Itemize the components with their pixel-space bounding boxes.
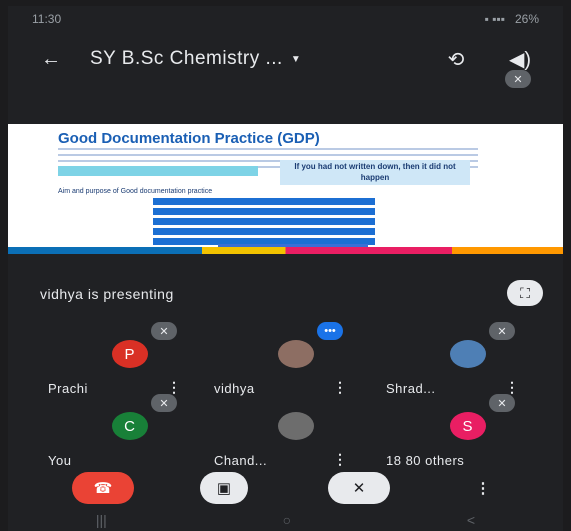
meeting-title[interactable]: SY B.Sc Chemistry ... [90,48,283,70]
slide-title: Good Documentation Practice (GDP) [58,130,320,147]
participant-tile[interactable]: ✕ C You [42,394,217,470]
more-options-icon[interactable]: ⋮ [468,472,498,504]
slide-list [153,198,375,248]
slide-highlight [58,166,258,176]
participant-name: vidhya [214,381,255,396]
android-nav-bar: ||| ○ < [8,509,563,531]
participant-tile[interactable]: ✕ P Prachi ⋮ [42,322,217,398]
meeting-header: ← SY B.Sc Chemistry ... ▼ ⟲ ◀) [8,36,563,82]
presenting-label: vidhya is presenting [40,286,174,302]
mic-toggle-button[interactable]: ✕ [328,472,390,504]
participant-tile[interactable]: Chand... ⋮ [208,408,383,470]
mic-off-icon: ✕ [489,322,515,340]
home-icon[interactable]: ○ [283,512,291,528]
recents-icon[interactable]: ||| [96,512,107,528]
participant-name: Prachi [48,381,88,396]
mic-off-icon: ✕ [151,322,177,340]
avatar: P [111,340,148,368]
participant-tile[interactable]: ✕ Shrad... ⋮ [380,322,555,398]
participant-name: Chand... [214,453,268,468]
slide-callout: If you had not written down, then it did… [280,160,470,185]
participant-tile[interactable]: ••• vidhya ⋮ [208,322,383,398]
more-options-icon[interactable]: ⋮ [333,451,347,468]
mic-off-icon: ✕ [489,394,515,412]
avatar: C [111,412,148,440]
slide-color-band [8,247,563,254]
mic-off-icon: ✕ [151,394,177,412]
status-bar: 11:30 ▪ ▪▪▪ 26% [8,6,563,32]
battery-level: 26% [514,12,539,26]
participant-name: Shrad... [386,381,436,396]
avatar [277,340,314,368]
speaker-icon[interactable]: ◀) [503,47,537,72]
chevron-down-icon[interactable]: ▼ [291,54,301,65]
shared-screen[interactable]: Good Documentation Practice (GDP) If you… [8,124,563,254]
avatar [449,340,486,368]
status-time: 11:30 [32,12,62,26]
fullscreen-icon[interactable]: ⛶ [507,280,543,306]
mic-off-icon: ✕ [505,70,531,88]
slide-subheading: Aim and purpose of Good documentation pr… [58,188,213,195]
avatar: S [449,412,486,440]
camera-off-button[interactable]: ▣ [200,472,248,504]
call-controls: ☎ ▣ ✕ ⋮ [8,472,563,506]
speaking-indicator-icon: ••• [317,322,343,340]
participant-name: 18 80 others [386,453,465,468]
participant-name: You [48,453,72,468]
avatar [277,412,314,440]
switch-camera-icon[interactable]: ⟲ [439,47,473,72]
others-tile[interactable]: ✕ S 18 80 others [380,394,555,470]
end-call-button[interactable]: ☎ [72,472,134,504]
more-options-icon[interactable]: ⋮ [333,379,347,396]
signal-icon: ▪ ▪▪▪ [484,12,505,26]
back-arrow-icon[interactable]: ← [34,48,68,71]
app-frame: 11:30 ▪ ▪▪▪ 26% ← SY B.Sc Chemistry ... … [8,6,563,531]
back-nav-icon[interactable]: < [467,512,475,528]
